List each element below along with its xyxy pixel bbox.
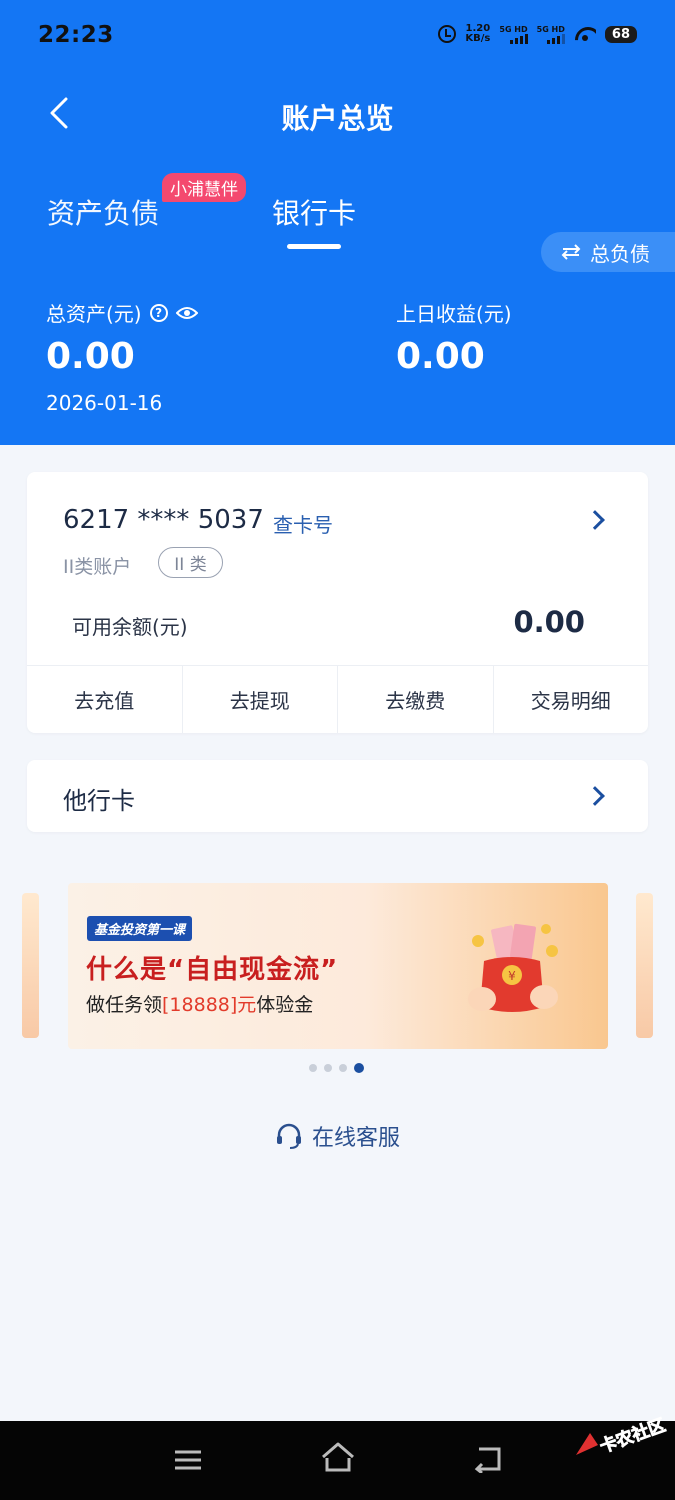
yesterday-income-value: 0.00 (396, 336, 485, 377)
banner-prev-peek[interactable] (22, 893, 39, 1038)
banner-subtitle: 做任务领[18888]元体验金 (86, 990, 313, 1017)
headset-icon (276, 1123, 301, 1149)
banner-next-peek[interactable] (636, 893, 653, 1038)
card-number: 6217 **** 5037 (63, 505, 264, 535)
other-bank-card-row[interactable]: 他行卡 (27, 760, 648, 832)
bank-card-panel: 6217 **** 5037 查卡号 II类账户 II 类 可用余额(元) 0.… (27, 472, 648, 733)
total-debt-button[interactable]: 总负债 (541, 232, 675, 272)
pay-bills-button[interactable]: 去缴费 (338, 666, 494, 733)
signal-sim1-icon: 5G HD (499, 24, 528, 44)
other-bank-card-label: 他行卡 (63, 787, 135, 815)
net-speed: 1.20 KB/s (465, 24, 490, 44)
card-actions: 去充值 去提现 去缴费 交易明细 (27, 665, 648, 733)
svg-text:卡农社区: 卡农社区 (597, 1414, 668, 1457)
sim2-label: 5G HD (536, 24, 565, 34)
account-type: II类账户 (63, 556, 132, 578)
total-debt-label: 总负债 (590, 241, 650, 266)
home-icon[interactable] (320, 1441, 356, 1473)
red-packet-illustration: ¥ (468, 923, 558, 1012)
wifi-icon (574, 26, 596, 42)
promo-banner[interactable]: 基金投资第一课 什么是“自由现金流” 做任务领[18888]元体验金 ¥ (68, 883, 608, 1049)
banner-sub-prefix: 做任务领 (86, 994, 163, 1016)
tab-bank-cards[interactable]: 银行卡 (272, 192, 356, 232)
chevron-right-icon (585, 786, 605, 806)
total-assets-label-row: 总资产(元) ? (46, 298, 198, 327)
carousel-dot[interactable] (309, 1064, 317, 1072)
withdraw-button[interactable]: 去提现 (183, 666, 338, 733)
page-title: 账户总览 (281, 102, 394, 135)
banner-tag: 基金投资第一课 (87, 916, 193, 941)
total-assets-label: 总资产(元) (46, 302, 142, 326)
balance-value: 0.00 (513, 605, 585, 639)
net-speed-unit: KB/s (465, 33, 491, 44)
signal-sim2-icon: 5G HD (537, 25, 565, 44)
swap-icon (561, 244, 581, 260)
sim1-label: 5G HD (499, 24, 528, 34)
balance-label: 可用余额(元) (72, 615, 188, 639)
top-up-button[interactable]: 去充值 (27, 666, 183, 733)
battery-indicator: 68 (604, 25, 637, 43)
online-service-link[interactable]: 在线客服 (0, 1120, 675, 1152)
account-class-tag: II 类 (158, 547, 223, 578)
back-icon[interactable] (471, 1445, 503, 1473)
banner-title: 什么是“自由现金流” (86, 955, 339, 985)
active-tab-indicator (287, 244, 341, 249)
status-icons: 1.20 KB/s 5G HD 5G HD 68 (438, 24, 637, 44)
total-assets-value: 0.00 (46, 336, 135, 377)
query-card-number-link[interactable]: 查卡号 (273, 509, 333, 538)
online-service-label: 在线客服 (311, 1126, 400, 1151)
header: 22:23 1.20 KB/s 5G HD 5G HD 68 账户总览 资产负债… (0, 0, 675, 445)
transaction-details-button[interactable]: 交易明细 (494, 666, 649, 733)
yesterday-income-label: 上日收益(元) (396, 302, 512, 326)
banner-sub-highlight: [18888]元 (162, 994, 257, 1016)
alarm-icon (438, 25, 457, 43)
banner-sub-suffix: 体验金 (256, 994, 314, 1016)
chevron-right-icon[interactable] (585, 510, 605, 530)
watermark-logo: 卡农社区 (576, 1414, 668, 1458)
carousel-dot[interactable] (339, 1064, 347, 1072)
tab-assets-liabilities[interactable]: 资产负债 (47, 192, 159, 232)
recent-apps-icon[interactable] (173, 1448, 203, 1472)
help-icon[interactable]: ? (149, 303, 168, 322)
carousel-pagination (309, 1063, 364, 1073)
carousel-dot-active[interactable] (354, 1063, 364, 1073)
carousel-dot[interactable] (324, 1064, 332, 1072)
assets-date: 2026-01-16 (46, 391, 163, 415)
promo-badge: 小浦慧伴 (162, 173, 246, 202)
svg-text:¥: ¥ (508, 969, 516, 983)
status-time: 22:23 (38, 22, 114, 48)
eye-icon[interactable] (175, 306, 198, 320)
